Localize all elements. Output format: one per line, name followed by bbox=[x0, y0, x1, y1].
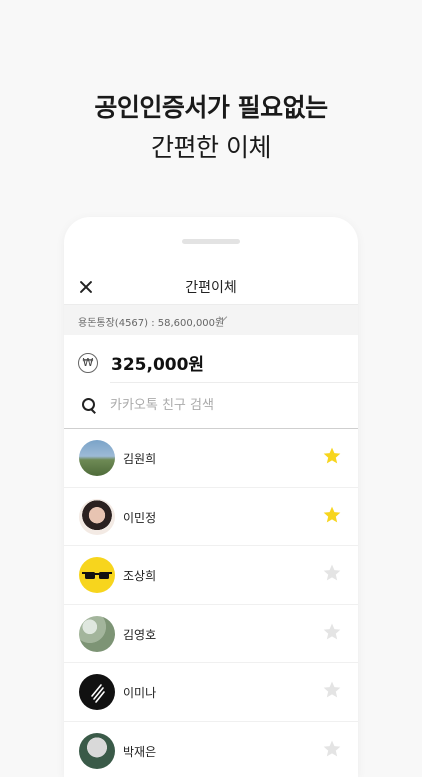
avatar bbox=[79, 557, 115, 593]
friend-row-2[interactable]: 조상희 bbox=[64, 546, 358, 605]
star-icon[interactable] bbox=[322, 622, 342, 642]
friend-name: 이미나 bbox=[123, 684, 156, 701]
friend-list: 김원희 이민정 조상희 김영호 이미나 bbox=[64, 429, 358, 777]
friend-name: 박재은 bbox=[123, 743, 156, 760]
friend-row-0[interactable]: 김원희 bbox=[64, 429, 358, 488]
friend-name: 조상희 bbox=[123, 567, 156, 584]
friend-name: 김원희 bbox=[123, 450, 156, 467]
friend-name: 김영호 bbox=[123, 626, 156, 643]
phone-notch bbox=[182, 239, 240, 244]
star-icon[interactable] bbox=[322, 680, 342, 700]
star-icon[interactable] bbox=[322, 505, 342, 525]
friend-row-5[interactable]: 박재은 bbox=[64, 722, 358, 777]
friend-row-3[interactable]: 김영호 bbox=[64, 605, 358, 664]
amount-divider bbox=[110, 382, 358, 383]
page-title: 간편이체 bbox=[64, 277, 358, 297]
search-icon bbox=[82, 398, 96, 412]
account-selector[interactable]: 용돈통장(4567) : 58,600,000원 bbox=[64, 305, 358, 335]
avatar bbox=[79, 733, 115, 769]
avatar bbox=[79, 616, 115, 652]
avatar bbox=[79, 499, 115, 535]
avatar bbox=[79, 674, 115, 710]
won-icon: ₩ bbox=[78, 353, 98, 373]
amount-value[interactable]: 325,000원 bbox=[111, 350, 204, 375]
nav-bar: 간편이체 bbox=[64, 277, 358, 305]
friend-name: 이민정 bbox=[123, 509, 156, 526]
headline-line-1: 공인인증서가 필요없는 bbox=[0, 88, 422, 124]
star-icon[interactable] bbox=[322, 446, 342, 466]
friend-row-1[interactable]: 이민정 bbox=[64, 488, 358, 547]
headline-line-2: 간편한 이체 bbox=[0, 128, 422, 164]
account-label: 용돈통장(4567) : 58,600,000원 bbox=[78, 314, 224, 329]
star-icon[interactable] bbox=[322, 563, 342, 583]
avatar bbox=[79, 440, 115, 476]
star-icon[interactable] bbox=[322, 739, 342, 759]
search-input[interactable] bbox=[110, 395, 310, 415]
phone-screen: 간편이체 용돈통장(4567) : 58,600,000원 ₩ 325,000원… bbox=[64, 217, 358, 777]
friend-row-4[interactable]: 이미나 bbox=[64, 663, 358, 722]
